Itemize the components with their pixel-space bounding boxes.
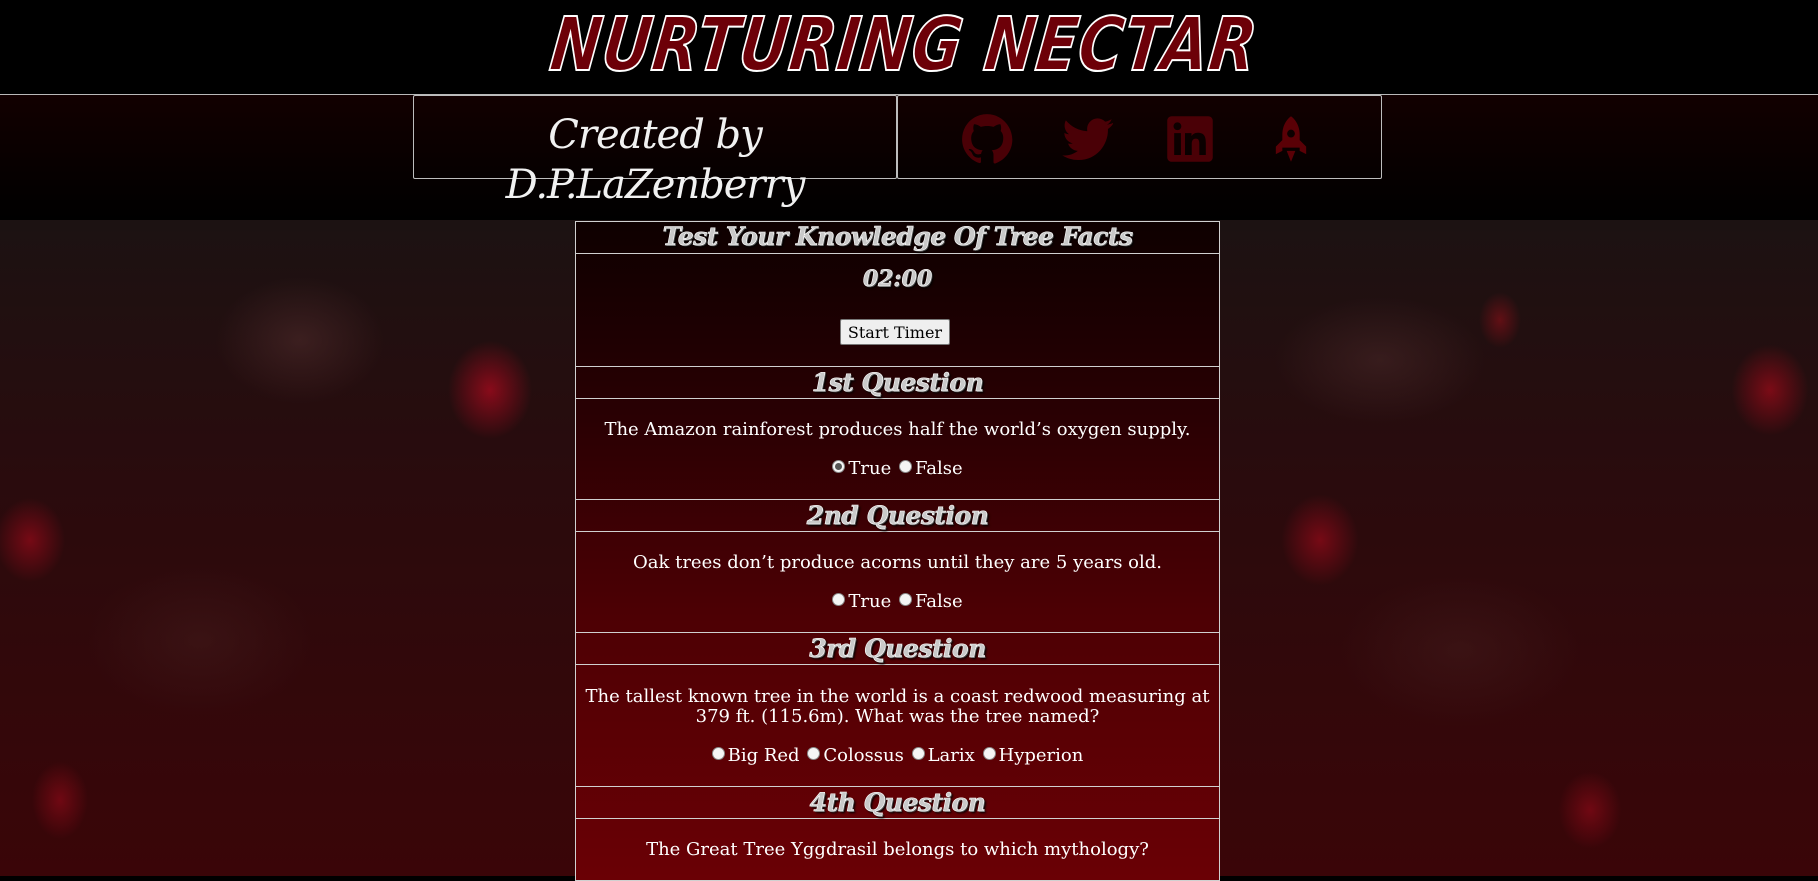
q1-option-false[interactable]: False — [898, 458, 963, 480]
author-band: Created by D.P.LaZenberry — [0, 95, 1818, 220]
option-label: Colossus — [823, 745, 904, 766]
question-2-options: True False — [576, 591, 1219, 613]
question-1-heading: 1st Question — [576, 366, 1219, 399]
question-4-text: The Great Tree Yggdrasil belongs to whic… — [646, 839, 1149, 860]
social-links — [897, 95, 1382, 179]
option-label: False — [914, 591, 963, 612]
question-3-heading: 3rd Question — [576, 632, 1219, 665]
byline-box: Created by D.P.LaZenberry — [413, 95, 897, 208]
question-2-title: 2nd Question — [806, 501, 989, 531]
q3-option-larix[interactable]: Larix — [911, 745, 975, 767]
start-timer-button[interactable]: Start Timer — [840, 319, 950, 345]
site-title: NURTURING NECTAR — [545, 1, 1263, 89]
q3-option-big-red[interactable]: Big Red — [711, 745, 800, 767]
option-label: Big Red — [727, 745, 800, 766]
radio-icon[interactable] — [898, 593, 912, 606]
radio-icon[interactable] — [711, 747, 725, 760]
question-3-text: The tallest known tree in the world is a… — [585, 686, 1210, 727]
option-label: Hyperion — [998, 745, 1084, 766]
radio-icon[interactable] — [832, 593, 846, 606]
github-icon[interactable] — [961, 113, 1013, 165]
q3-option-colossus[interactable]: Colossus — [807, 745, 904, 767]
quiz-panel: Test Your Knowledge Of Tree Facts 02:00 … — [575, 221, 1220, 881]
option-label: False — [914, 458, 963, 479]
byline: Created by D.P.LaZenberry — [505, 112, 806, 208]
q2-option-false[interactable]: False — [898, 591, 963, 613]
radio-icon[interactable] — [982, 747, 996, 760]
quiz-heading: Test Your Knowledge Of Tree Facts — [576, 221, 1219, 254]
question-3-options: Big Red Colossus Larix Hyperion — [576, 745, 1219, 767]
q2-option-true[interactable]: True — [832, 591, 891, 613]
question-1-title: 1st Question — [811, 368, 984, 398]
site-header: NURTURING NECTAR — [0, 0, 1818, 95]
question-4-heading: 4th Question — [576, 786, 1219, 819]
question-3-title: 3rd Question — [809, 634, 987, 664]
radio-icon[interactable] — [832, 460, 846, 473]
radio-icon[interactable] — [807, 747, 821, 760]
question-2-text: Oak trees don’t produce acorns until the… — [632, 552, 1163, 573]
radio-icon[interactable] — [911, 747, 925, 760]
question-1-options: True False — [576, 458, 1219, 480]
q1-option-true[interactable]: True — [832, 458, 891, 480]
option-label: True — [848, 458, 892, 479]
linkedin-icon[interactable] — [1164, 113, 1216, 165]
q3-option-hyperion[interactable]: Hyperion — [982, 745, 1084, 767]
radio-icon[interactable] — [898, 460, 912, 473]
rocket-icon[interactable] — [1265, 113, 1317, 165]
question-2-heading: 2nd Question — [576, 499, 1219, 532]
countdown-timer: 02:00 — [862, 266, 933, 293]
option-label: Larix — [927, 745, 975, 766]
question-1-text: The Amazon rainforest produces half the … — [604, 419, 1191, 440]
question-4-title: 4th Question — [809, 788, 986, 818]
twitter-icon[interactable] — [1062, 113, 1114, 165]
quiz-heading-text: Test Your Knowledge Of Tree Facts — [662, 222, 1133, 252]
option-label: True — [848, 591, 892, 612]
